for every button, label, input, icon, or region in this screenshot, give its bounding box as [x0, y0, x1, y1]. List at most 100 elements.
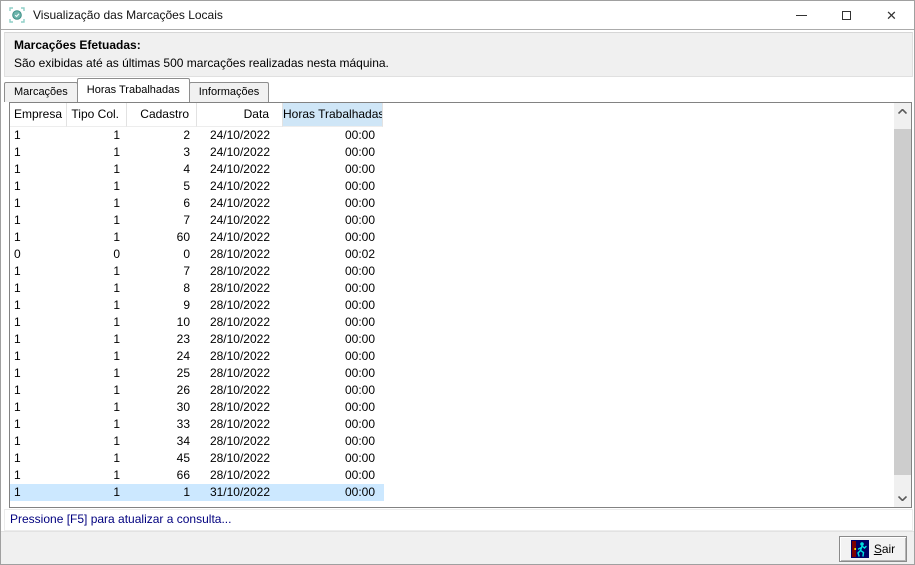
- header-title: Marcações Efetuadas:: [14, 38, 141, 52]
- table-cell: 8: [183, 281, 190, 295]
- table-cell: 24/10/2022: [209, 230, 270, 244]
- table-row[interactable]: 1 1 4 24/10/2022 00:00: [10, 161, 384, 178]
- table-cell: 24: [176, 349, 190, 363]
- header-panel: Marcações Efetuadas: São exibidas até as…: [4, 32, 913, 77]
- table-row[interactable]: 1 1 60 24/10/2022 00:00: [10, 229, 384, 246]
- table-cell: 1: [14, 383, 21, 397]
- vertical-scrollbar[interactable]: [894, 103, 911, 507]
- table-cell: 6: [183, 196, 190, 210]
- column-header-0[interactable]: Empresa: [10, 103, 67, 127]
- table-row[interactable]: 1 1 33 28/10/2022 00:00: [10, 416, 384, 433]
- table-cell: 28/10/2022: [209, 298, 270, 312]
- table-cell: 1: [183, 485, 190, 499]
- table-row[interactable]: 1 1 9 28/10/2022 00:00: [10, 297, 384, 314]
- table-cell: 34: [176, 434, 190, 448]
- table-cell: 1: [14, 281, 21, 295]
- table-cell: 28/10/2022: [209, 468, 270, 482]
- table-row[interactable]: 1 1 1 31/10/2022 00:00: [10, 484, 384, 501]
- table-row[interactable]: 1 1 2 24/10/2022 00:00: [10, 127, 384, 144]
- column-header-1[interactable]: Tipo Col.: [67, 103, 127, 127]
- tab-marcações[interactable]: Marcações: [4, 82, 78, 102]
- table-row[interactable]: 1 1 6 24/10/2022 00:00: [10, 195, 384, 212]
- table-cell: 00:00: [344, 196, 375, 210]
- close-button[interactable]: ✕: [869, 1, 914, 29]
- table-cell: 00:00: [344, 349, 375, 363]
- table-cell: 1: [14, 196, 21, 210]
- table-row[interactable]: 1 1 7 24/10/2022 00:00: [10, 212, 384, 229]
- table-body: 1 1 2 24/10/2022 00:00 1 1 3 24/10/2022 00:00 1 1 4 2…: [10, 127, 384, 501]
- table-cell: 66: [176, 468, 190, 482]
- table-cell: 00:00: [344, 213, 375, 227]
- table-cell: 00:00: [344, 179, 375, 193]
- table-cell: 1: [113, 400, 120, 414]
- column-header-2[interactable]: Cadastro: [127, 103, 197, 127]
- table-cell: 1: [14, 366, 21, 380]
- table-cell: 24/10/2022: [209, 145, 270, 159]
- chevron-up-icon: [898, 109, 907, 114]
- table-cell: 1: [14, 162, 21, 176]
- table-row[interactable]: 1 1 30 28/10/2022 00:00: [10, 399, 384, 416]
- table-cell: 1: [113, 128, 120, 142]
- status-bar: Pressione [F5] para atualizar a consulta…: [4, 509, 913, 531]
- table-row[interactable]: 1 1 7 28/10/2022 00:00: [10, 263, 384, 280]
- table-cell: 0: [14, 247, 21, 261]
- exit-door-running-icon: [850, 540, 869, 558]
- table-cell: 1: [14, 264, 21, 278]
- table-cell: 1: [14, 179, 21, 193]
- table-cell: 28/10/2022: [209, 315, 270, 329]
- table-cell: 31/10/2022: [209, 485, 270, 499]
- table-cell: 45: [176, 451, 190, 465]
- table-cell: 1: [14, 145, 21, 159]
- table-row[interactable]: 1 1 25 28/10/2022 00:00: [10, 365, 384, 382]
- table-row[interactable]: 1 1 34 28/10/2022 00:00: [10, 433, 384, 450]
- scroll-up-button[interactable]: [894, 103, 911, 120]
- table-cell: 00:00: [344, 281, 375, 295]
- table-cell: 1: [113, 145, 120, 159]
- tab-informações[interactable]: Informações: [188, 82, 270, 102]
- table-cell: 23: [176, 332, 190, 346]
- table-cell: 60: [176, 230, 190, 244]
- table-row[interactable]: 1 1 45 28/10/2022 00:00: [10, 450, 384, 467]
- table-row[interactable]: 1 1 26 28/10/2022 00:00: [10, 382, 384, 399]
- table-row[interactable]: 1 1 5 24/10/2022 00:00: [10, 178, 384, 195]
- table-cell: 1: [113, 434, 120, 448]
- table-row[interactable]: 1 1 23 28/10/2022 00:00: [10, 331, 384, 348]
- table-row[interactable]: 1 1 3 24/10/2022 00:00: [10, 144, 384, 161]
- maximize-icon: [842, 10, 851, 20]
- table-cell: 1: [113, 281, 120, 295]
- table-cell: 1: [113, 315, 120, 329]
- tab-horas-trabalhadas[interactable]: Horas Trabalhadas: [76, 78, 190, 102]
- table-row[interactable]: 1 1 10 28/10/2022 00:00: [10, 314, 384, 331]
- table-cell: 1: [14, 332, 21, 346]
- table-cell: 4: [183, 162, 190, 176]
- table-cell: 1: [14, 485, 21, 499]
- table-cell: 1: [113, 332, 120, 346]
- scroll-down-button[interactable]: [894, 490, 911, 507]
- table-cell: 1: [14, 468, 21, 482]
- table-cell: 1: [113, 264, 120, 278]
- table-row[interactable]: 1 1 24 28/10/2022 00:00: [10, 348, 384, 365]
- table-cell: 1: [14, 315, 21, 329]
- table-cell: 00:00: [344, 451, 375, 465]
- table-cell: 1: [14, 213, 21, 227]
- minimize-icon: [796, 14, 807, 16]
- maximize-button[interactable]: [824, 1, 869, 29]
- table-cell: 1: [113, 349, 120, 363]
- column-header-3[interactable]: Data: [197, 103, 283, 127]
- table-cell: 7: [183, 213, 190, 227]
- minimize-button[interactable]: [779, 1, 824, 29]
- table-cell: 00:00: [344, 417, 375, 431]
- table-row[interactable]: 1 1 66 28/10/2022 00:00: [10, 467, 384, 484]
- exit-button[interactable]: Sair: [839, 536, 907, 562]
- column-header-4[interactable]: Horas Trabalhadas: [283, 103, 383, 127]
- table-row[interactable]: 0 0 0 28/10/2022 00:02: [10, 246, 384, 263]
- table-cell: 2: [183, 128, 190, 142]
- table-cell: 28/10/2022: [209, 383, 270, 397]
- table-cell: 1: [14, 417, 21, 431]
- window-controls: ✕: [779, 1, 914, 29]
- scrollbar-thumb[interactable]: [894, 129, 911, 475]
- titlebar: Visualização das Marcações Locais ✕: [1, 1, 914, 30]
- chevron-down-icon: [898, 496, 907, 501]
- table-cell: 26: [176, 383, 190, 397]
- table-row[interactable]: 1 1 8 28/10/2022 00:00: [10, 280, 384, 297]
